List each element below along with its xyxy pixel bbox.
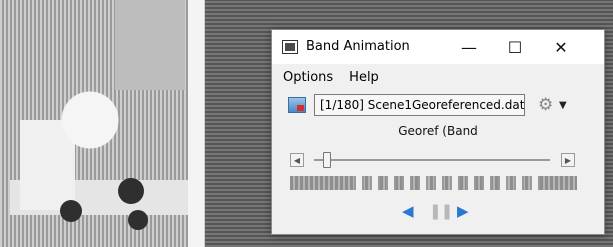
tree xyxy=(118,178,144,204)
slider-left-button[interactable]: ◀ xyxy=(290,153,304,167)
close-button[interactable]: ✕ xyxy=(538,30,584,64)
frame-gap xyxy=(498,176,508,190)
menu-options[interactable]: Options xyxy=(280,68,336,87)
app-icon xyxy=(282,40,298,54)
pause-icon[interactable]: ❚❚ xyxy=(429,204,453,219)
band-animation-window: Band Animation — ☐ ✕ Options Help [1/180… xyxy=(271,29,605,235)
tree xyxy=(128,210,148,230)
minimize-button[interactable]: — xyxy=(446,30,492,64)
frame-gap xyxy=(386,176,396,190)
play-backward-icon[interactable]: ◀ xyxy=(402,204,414,219)
frame-gap xyxy=(514,176,524,190)
raster-file-icon[interactable] xyxy=(288,97,306,113)
frame-gap xyxy=(466,176,476,190)
frame-gap xyxy=(354,176,364,190)
frame-gap xyxy=(450,176,460,190)
frame-gap xyxy=(418,176,428,190)
band-label: Georef (Band xyxy=(398,124,478,138)
title-bar[interactable]: Band Animation — ☐ ✕ xyxy=(272,30,604,64)
tree xyxy=(60,200,82,222)
window-title: Band Animation xyxy=(306,39,410,54)
frame-gap xyxy=(402,176,412,190)
menu-help[interactable]: Help xyxy=(346,68,382,87)
slider-thumb[interactable] xyxy=(323,152,332,168)
frame-gap xyxy=(434,176,444,190)
slider-track[interactable] xyxy=(314,152,550,168)
chevron-down-icon[interactable]: ▼ xyxy=(559,100,567,111)
gear-icon[interactable]: ⚙ xyxy=(538,96,553,114)
slider-right-button[interactable]: ▶ xyxy=(561,153,575,167)
frame-slider[interactable]: ◀ ▶ xyxy=(290,151,580,171)
frame-gap xyxy=(482,176,492,190)
frame-gap xyxy=(530,176,540,190)
file-row: [1/180] Scene1Georeferenced.dat ⚙ ▼ xyxy=(288,94,588,118)
frame-gap xyxy=(370,176,380,190)
play-forward-icon[interactable]: ▶ xyxy=(457,204,469,219)
menu-bar: Options Help xyxy=(272,66,612,88)
maximize-button[interactable]: ☐ xyxy=(492,30,538,64)
playback-controls: ◀ ❚❚ ▶ xyxy=(272,202,604,222)
road xyxy=(188,0,204,247)
file-selector[interactable]: [1/180] Scene1Georeferenced.dat xyxy=(314,94,525,116)
frame-strip[interactable] xyxy=(290,176,577,190)
